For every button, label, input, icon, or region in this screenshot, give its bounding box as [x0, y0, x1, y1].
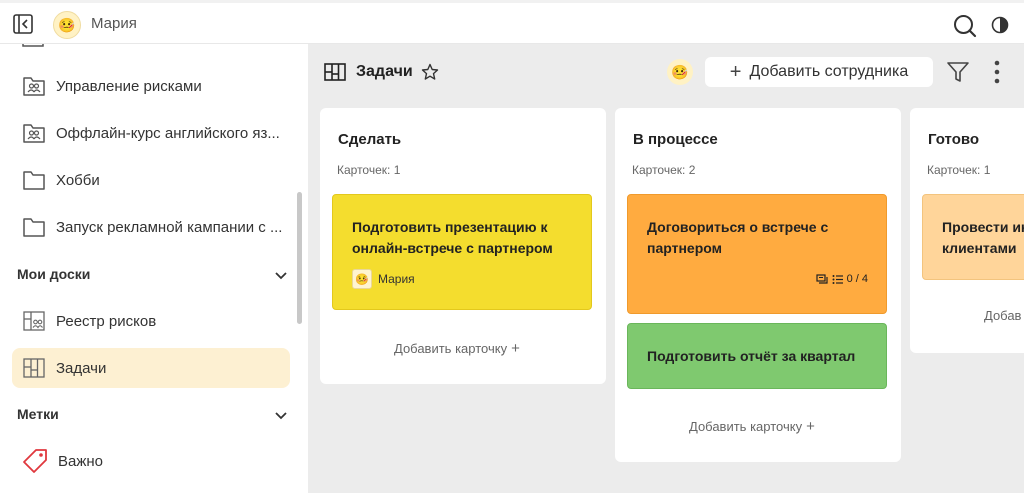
card-title: Провести ин клиентами — [942, 219, 1024, 256]
folder-icon — [22, 44, 44, 47]
sidebar-item-label: Задачи — [56, 360, 107, 377]
card-title: Договориться о встрече с партнером — [647, 219, 829, 256]
folder-icon — [23, 218, 45, 237]
board-title: Задачи — [356, 63, 413, 80]
star-icon[interactable] — [421, 63, 439, 81]
boards-section-header[interactable]: Мои доски — [17, 266, 90, 282]
column-title: Сделать — [338, 131, 402, 148]
filter-icon[interactable] — [946, 61, 970, 83]
column-title: Готово — [928, 131, 980, 148]
theme-toggle-icon[interactable] — [991, 16, 1009, 34]
tag-icon — [23, 449, 47, 473]
task-card[interactable]: Провести ин клиентами — [922, 194, 1024, 280]
board-icon — [23, 358, 45, 378]
task-card[interactable]: Подготовить презентацию к онлайн-встрече… — [332, 194, 592, 310]
column-done: Готово Карточек: 1 Провести ин клиентами… — [910, 108, 1024, 353]
comment-icon — [815, 273, 828, 284]
add-card-button[interactable]: Добав — [984, 308, 1021, 323]
shared-folder-icon — [23, 77, 45, 96]
more-vertical-icon[interactable] — [994, 60, 1000, 84]
add-card-label: Добав — [984, 308, 1022, 323]
user-name: Мария — [91, 15, 137, 32]
sidebar-item-label: Управление рисками — [56, 78, 202, 95]
sidebar-scrollbar[interactable] — [297, 192, 302, 324]
add-employee-label: Добавить сотрудника — [749, 63, 909, 80]
add-employee-button[interactable]: + Добавить сотрудника — [705, 57, 933, 87]
assignee-name: Мария — [378, 272, 415, 286]
add-card-label: Добавить карточку — [394, 341, 508, 356]
sidebar-item-label: Реестр рисков — [56, 313, 157, 330]
sidebar-item-hobby[interactable]: Хобби — [12, 160, 290, 200]
sidebar-item-risk-registry[interactable]: Реестр рисков — [12, 301, 290, 341]
chevron-down-icon[interactable] — [273, 267, 289, 283]
board-icon — [324, 63, 346, 81]
user-avatar[interactable]: 🤒 — [53, 11, 81, 39]
column-card-count: Карточек: 1 — [337, 163, 401, 177]
sidebar: Управление рисками Оффлайн-курс английск… — [0, 44, 308, 493]
plus-icon: + — [806, 418, 815, 435]
column-card-count: Карточек: 2 — [632, 163, 696, 177]
add-card-button[interactable]: Добавить карточку + — [689, 418, 815, 435]
add-card-label: Добавить карточку — [689, 419, 803, 434]
sidebar-item-tasks[interactable]: Задачи — [12, 348, 290, 388]
card-assignee: 🤒 Мария — [352, 269, 415, 289]
plus-icon: + — [729, 61, 742, 83]
sidebar-item-english-course[interactable]: Оффлайн-курс английского яз... — [12, 113, 290, 153]
column-card-count: Карточек: 1 — [927, 163, 991, 177]
task-card[interactable]: Договориться о встрече с партнером 0 / 4 — [627, 194, 887, 314]
folder-icon — [23, 171, 45, 190]
card-title: Подготовить презентацию к онлайн-встрече… — [352, 219, 553, 256]
column-todo: Сделать Карточек: 1 Подготовить презента… — [320, 108, 606, 384]
card-title: Подготовить отчёт за квартал — [647, 348, 856, 364]
team-board-icon — [23, 311, 45, 331]
card-meta: 0 / 4 — [815, 273, 868, 285]
shared-folder-icon — [23, 124, 45, 143]
sidebar-item-risk-management[interactable]: Управление рисками — [12, 66, 290, 106]
member-avatar[interactable]: 🤒 — [667, 59, 693, 85]
add-card-button[interactable]: Добавить карточку + — [394, 340, 520, 357]
sidebar-item-tag-important[interactable]: Важно — [12, 441, 290, 481]
checklist-progress: 0 / 4 — [846, 273, 868, 285]
top-bar: 🤒 Мария — [0, 0, 1024, 44]
sidebar-item-label: Важно — [58, 453, 104, 470]
column-title: В процессе — [633, 131, 718, 148]
column-in-progress: В процессе Карточек: 2 Договориться о вс… — [615, 108, 901, 462]
board-area: Задачи 🤒 + Добавить сотрудника Сделать К… — [308, 44, 1024, 493]
sidebar-item-ad-campaign[interactable]: Запуск рекламной кампании с ... — [12, 207, 290, 247]
chevron-down-icon[interactable] — [273, 407, 289, 423]
search-icon[interactable] — [953, 14, 977, 38]
plus-icon: + — [511, 340, 520, 357]
checklist-icon — [832, 274, 843, 284]
sidebar-item-label: Запуск рекламной кампании с ... — [56, 219, 283, 236]
sidebar-collapse-icon[interactable] — [12, 13, 34, 35]
sidebar-item-label: Хобби — [56, 172, 100, 189]
tags-section-header[interactable]: Метки — [17, 406, 59, 422]
task-card[interactable]: Подготовить отчёт за квартал — [627, 323, 887, 389]
sidebar-item-label: Оффлайн-курс английского яз... — [56, 125, 280, 142]
assignee-avatar: 🤒 — [352, 269, 372, 289]
